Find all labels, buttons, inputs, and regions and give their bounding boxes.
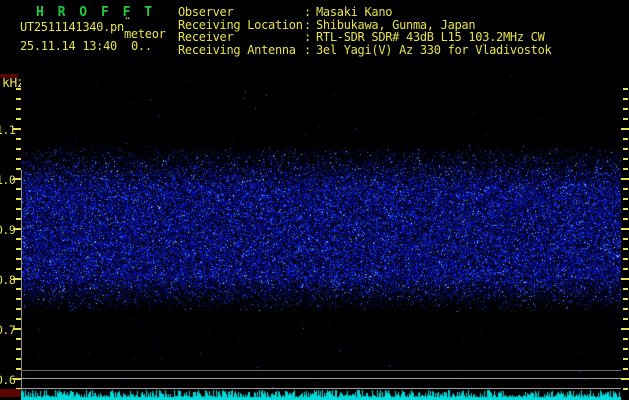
- y-axis-tick-label: 0.7: [0, 323, 16, 337]
- y-axis-tick-mark: [623, 298, 628, 300]
- y-axis-tick-mark: [623, 358, 628, 360]
- hour-marker-bar-bottom: [0, 389, 21, 397]
- y-axis-tick-mark: [623, 158, 628, 160]
- y-axis-tick-mark: [623, 238, 628, 240]
- y-axis-tick-mark: [621, 378, 629, 380]
- y-axis-tick-mark: [623, 208, 628, 210]
- spectrogram-canvas: [21, 74, 621, 400]
- y-axis-tick-mark: [621, 278, 629, 280]
- y-axis-tick-label: 0.8: [0, 273, 16, 287]
- signal-meter-reference-line: [21, 378, 621, 379]
- y-axis-tick-mark: [623, 248, 628, 250]
- info-value: Masaki Kano: [316, 5, 393, 19]
- info-label: Receiving Antenna: [178, 42, 296, 57]
- info-separator: :: [304, 30, 318, 44]
- y-axis-tick-mark: [621, 228, 629, 230]
- info-row: Receiving Antenna: 3el Yagi(V) Az 330 fo…: [178, 42, 552, 57]
- y-axis-tick-mark: [623, 388, 628, 390]
- y-axis-tick-mark: [621, 178, 629, 180]
- file-name-label: UT2511141340.pn: [20, 20, 124, 34]
- y-axis-tick-mark: [621, 128, 629, 130]
- y-axis-tick-mark: [623, 188, 628, 190]
- info-row: Receiver: RTL-SDR SDR# 43dB L15 103.2MHz…: [178, 31, 551, 44]
- y-axis-tick-mark: [623, 288, 628, 290]
- spectrogram-left-border: [21, 170, 22, 390]
- hrofft-screen: H R O F F T UT2511141340.pn ¨ meteor 25.…: [0, 0, 629, 400]
- y-axis-tick-label: 0.9: [0, 223, 16, 237]
- station-info-block: Observer: Masaki Kano Receiving Location:…: [178, 6, 552, 57]
- y-axis-tick-mark: [623, 88, 628, 90]
- info-value: RTL-SDR SDR# 43dB L15 103.2MHz CW: [316, 30, 545, 44]
- y-axis-tick-mark: [623, 198, 628, 200]
- info-row: Observer: Masaki Kano: [178, 6, 551, 19]
- hour-marker-bar-top: [0, 74, 18, 78]
- counter-label: 0..: [131, 39, 152, 53]
- info-label: Receiver: [178, 30, 234, 44]
- y-axis-tick-mark: [623, 98, 628, 100]
- y-axis-tick-mark: [623, 108, 628, 110]
- y-axis-tick-mark: [623, 268, 628, 270]
- y-axis-tick-mark: [623, 308, 628, 310]
- y-axis-tick-mark: [623, 318, 628, 320]
- y-axis-tick-mark: [621, 328, 629, 330]
- y-axis-tick-mark: [623, 258, 628, 260]
- y-axis-tick-mark: [623, 148, 628, 150]
- y-axis-tick-mark: [623, 168, 628, 170]
- info-separator: :: [304, 42, 318, 57]
- date-time-label: 25.11.14 13:40: [20, 39, 117, 53]
- app-title: H R O F F T: [36, 5, 156, 20]
- y-axis-tick-mark: [623, 118, 628, 120]
- y-axis-tick-mark: [623, 368, 628, 370]
- y-axis-tick-label: 0.6: [0, 373, 16, 387]
- y-axis-tick-mark: [623, 338, 628, 340]
- y-axis-tick-label: 1.1: [0, 123, 16, 137]
- info-separator: :: [304, 5, 318, 19]
- info-value: 3el Yagi(V) Az 330 for Vladivostok: [316, 42, 552, 57]
- y-axis-tick-mark: [623, 218, 628, 220]
- signal-meter-reference-line: [21, 370, 621, 371]
- y-axis-tick-label: 1.0: [0, 173, 16, 187]
- y-axis-tick-mark: [623, 348, 628, 350]
- y-axis-tick-mark: [623, 138, 628, 140]
- info-label: Observer: [178, 5, 234, 19]
- signal-meter-reference-line: [21, 388, 621, 389]
